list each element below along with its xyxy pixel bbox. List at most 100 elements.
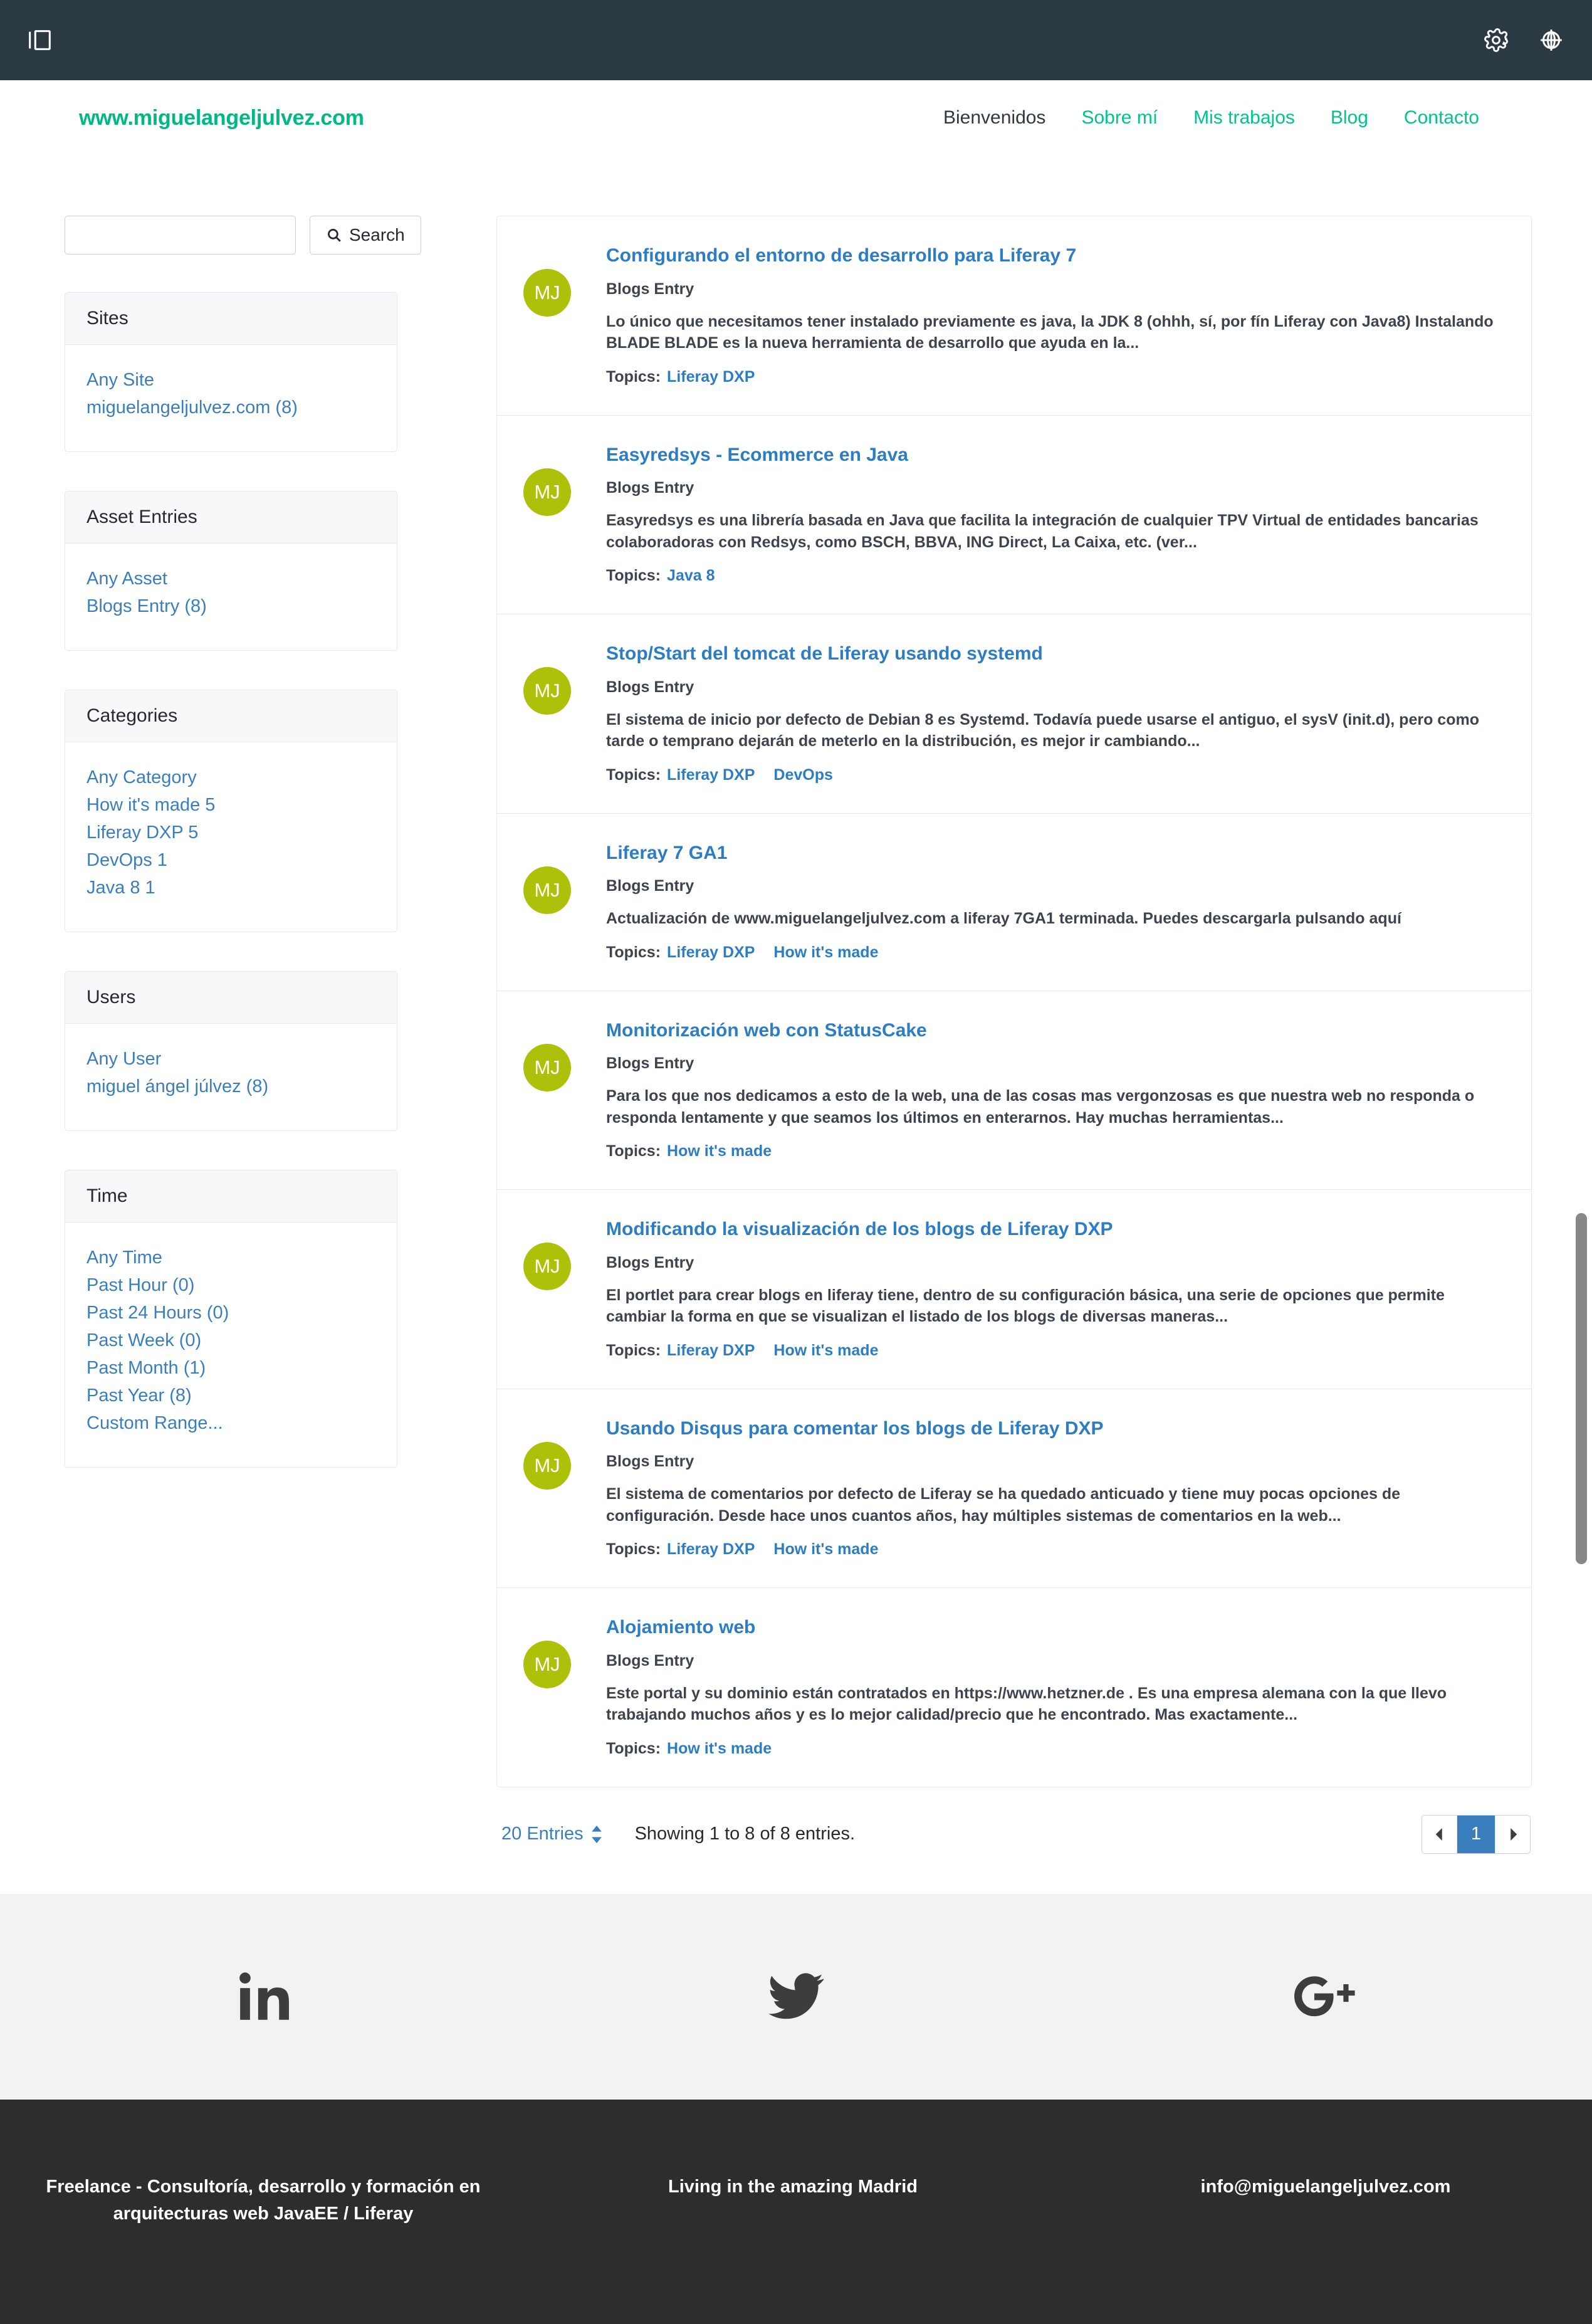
result-topic-link[interactable]: How it's made [773, 1540, 878, 1559]
facet-users-body: Any User miguel ángel júlvez (8) [65, 1024, 397, 1130]
nav-item-contacto[interactable]: Contacto [1404, 107, 1479, 129]
result-topics-label: Topics: [606, 1540, 661, 1558]
result-topic-link[interactable]: How it's made [667, 1142, 772, 1160]
nav-item-sobre-mi[interactable]: Sobre mí [1081, 107, 1158, 129]
pager: 1 [1422, 1814, 1531, 1854]
search-button[interactable]: Search [310, 216, 421, 255]
search-input[interactable] [65, 216, 296, 255]
social-link-linkedin[interactable] [0, 1968, 531, 2026]
result-title-link[interactable]: Configurando el entorno de desarrollo pa… [606, 244, 1076, 268]
admin-bar-left [25, 26, 54, 55]
facet-item-any-category[interactable]: Any Category [86, 764, 375, 791]
facet-item-blogs-entry[interactable]: Blogs Entry (8) [86, 592, 375, 620]
result-body: Stop/Start del tomcat de Liferay usando … [606, 641, 1506, 784]
result-asset-type: Blogs Entry [606, 1054, 694, 1072]
panel-toggle-icon[interactable] [25, 26, 54, 55]
result-topic-link[interactable]: Liferay DXP [667, 766, 755, 784]
facet-item-past-month[interactable]: Past Month (1) [86, 1354, 375, 1382]
result-topics-label: Topics: [606, 765, 661, 784]
facet-item-past-24-hours[interactable]: Past 24 Hours (0) [86, 1299, 375, 1327]
social-links-band [0, 1893, 1592, 2100]
avatar: MJ [523, 1243, 571, 1290]
facet-item-past-year[interactable]: Past Year (8) [86, 1382, 375, 1409]
facet-item-miguelangeljulvez[interactable]: miguelangeljulvez.com (8) [86, 394, 375, 421]
search-bar: Search [65, 216, 421, 255]
result-topics: Topics: Liferay DXP How it's made [606, 944, 1506, 962]
facet-item-liferay-dxp[interactable]: Liferay DXP 5 [86, 819, 375, 846]
table-row: MJ Monitorización web con StatusCake Blo… [497, 991, 1531, 1190]
result-title-link[interactable]: Easyredsys - Ecommerce en Java [606, 443, 908, 467]
result-asset-type: Blogs Entry [606, 479, 694, 497]
facet-asset-entries-header: Asset Entries [65, 492, 397, 544]
result-body: Modificando la visualización de los blog… [606, 1216, 1506, 1360]
pager-prev-button[interactable] [1422, 1815, 1457, 1853]
facet-item-any-time[interactable]: Any Time [86, 1244, 375, 1271]
result-topics-label: Topics: [606, 367, 661, 386]
facet-time-header: Time [65, 1170, 397, 1222]
result-title-link[interactable]: Monitorización web con StatusCake [606, 1019, 927, 1043]
globe-icon[interactable] [1538, 27, 1564, 53]
nav-item-bienvenidos[interactable]: Bienvenidos [943, 107, 1045, 129]
result-topic-link[interactable]: Liferay DXP [667, 368, 755, 386]
result-title-link[interactable]: Modificando la visualización de los blog… [606, 1217, 1113, 1241]
avatar: MJ [523, 1441, 571, 1490]
pager-page-1[interactable]: 1 [1457, 1815, 1495, 1853]
facet-item-java-8[interactable]: Java 8 1 [86, 874, 375, 902]
nav-item-blog[interactable]: Blog [1331, 107, 1368, 129]
result-title-link[interactable]: Usando Disqus para comentar los blogs de… [606, 1417, 1104, 1441]
result-topic-link[interactable]: Java 8 [667, 567, 715, 585]
avatar: MJ [523, 866, 571, 914]
result-description: Para los que nos dedicamos a esto de la … [606, 1087, 1475, 1127]
facet-item-past-week[interactable]: Past Week (0) [86, 1327, 375, 1354]
result-topics: Topics: How it's made [606, 1740, 1506, 1758]
result-topic-link[interactable]: Liferay DXP [667, 1540, 755, 1559]
facet-item-miguel-angel-julvez[interactable]: miguel ángel júlvez (8) [86, 1073, 375, 1100]
result-topic-link[interactable]: How it's made [773, 1342, 878, 1360]
result-description: El portlet para crear blogs en liferay t… [606, 1286, 1445, 1326]
admin-bar [0, 0, 1592, 80]
facet-users-header: Users [65, 972, 397, 1024]
avatar: MJ [523, 1641, 571, 1688]
table-row: MJ Usando Disqus para comentar los blogs… [497, 1389, 1531, 1588]
result-description: El sistema de comentarios por defecto de… [606, 1485, 1401, 1525]
result-topic-link[interactable]: DevOps [773, 766, 832, 784]
result-topic-link[interactable]: Liferay DXP [667, 944, 755, 962]
result-asset-type: Blogs Entry [606, 1253, 694, 1271]
chevron-left-icon [1435, 1827, 1444, 1841]
result-topics-label: Topics: [606, 1739, 661, 1757]
result-title-link[interactable]: Alojamiento web [606, 1616, 755, 1639]
result-topics-label: Topics: [606, 567, 661, 584]
gear-icon[interactable] [1483, 27, 1509, 53]
table-row: MJ Stop/Start del tomcat de Liferay usan… [497, 614, 1531, 814]
result-topic-link[interactable]: How it's made [773, 944, 878, 962]
result-body: Usando Disqus para comentar los blogs de… [606, 1416, 1506, 1559]
pager-next-button[interactable] [1495, 1815, 1530, 1853]
result-topic-link[interactable]: Liferay DXP [667, 1342, 755, 1360]
search-results-column: MJ Configurando el entorno de desarrollo… [496, 216, 1532, 1854]
facet-categories-body: Any Category How it's made 5 Liferay DXP… [65, 742, 397, 932]
result-title-link[interactable]: Liferay 7 GA1 [606, 841, 727, 865]
facets-sidebar: Search Sites Any Site miguelangeljulvez.… [60, 216, 421, 1506]
facet-item-devops[interactable]: DevOps 1 [86, 846, 375, 874]
social-link-twitter[interactable] [531, 1968, 1062, 2026]
admin-bar-right [1483, 27, 1564, 53]
facet-item-how-its-made[interactable]: How it's made 5 [86, 791, 375, 819]
result-body: Configurando el entorno de desarrollo pa… [606, 243, 1506, 386]
facet-item-any-user[interactable]: Any User [86, 1045, 375, 1073]
nav-item-mis-trabajos[interactable]: Mis trabajos [1193, 107, 1295, 129]
facet-title: Asset Entries [86, 507, 197, 527]
facet-item-past-hour[interactable]: Past Hour (0) [86, 1271, 375, 1299]
table-row: MJ Configurando el entorno de desarrollo… [497, 216, 1531, 416]
site-brand-link[interactable]: www.miguelangeljulvez.com [79, 106, 364, 130]
entries-per-page-selector[interactable]: 20 Entries [501, 1824, 602, 1844]
linkedin-icon [236, 1968, 294, 2026]
result-asset-type: Blogs Entry [606, 1453, 694, 1470]
facet-item-custom-range[interactable]: Custom Range... [86, 1409, 375, 1437]
facet-item-any-asset[interactable]: Any Asset [86, 565, 375, 592]
social-link-google-plus[interactable] [1061, 1968, 1592, 2026]
result-title-link[interactable]: Stop/Start del tomcat de Liferay usando … [606, 642, 1043, 666]
facet-time-body: Any Time Past Hour (0) Past 24 Hours (0)… [65, 1222, 397, 1467]
result-topic-link[interactable]: How it's made [667, 1740, 772, 1758]
result-topics: Topics: Java 8 [606, 567, 1506, 585]
facet-item-any-site[interactable]: Any Site [86, 366, 375, 394]
